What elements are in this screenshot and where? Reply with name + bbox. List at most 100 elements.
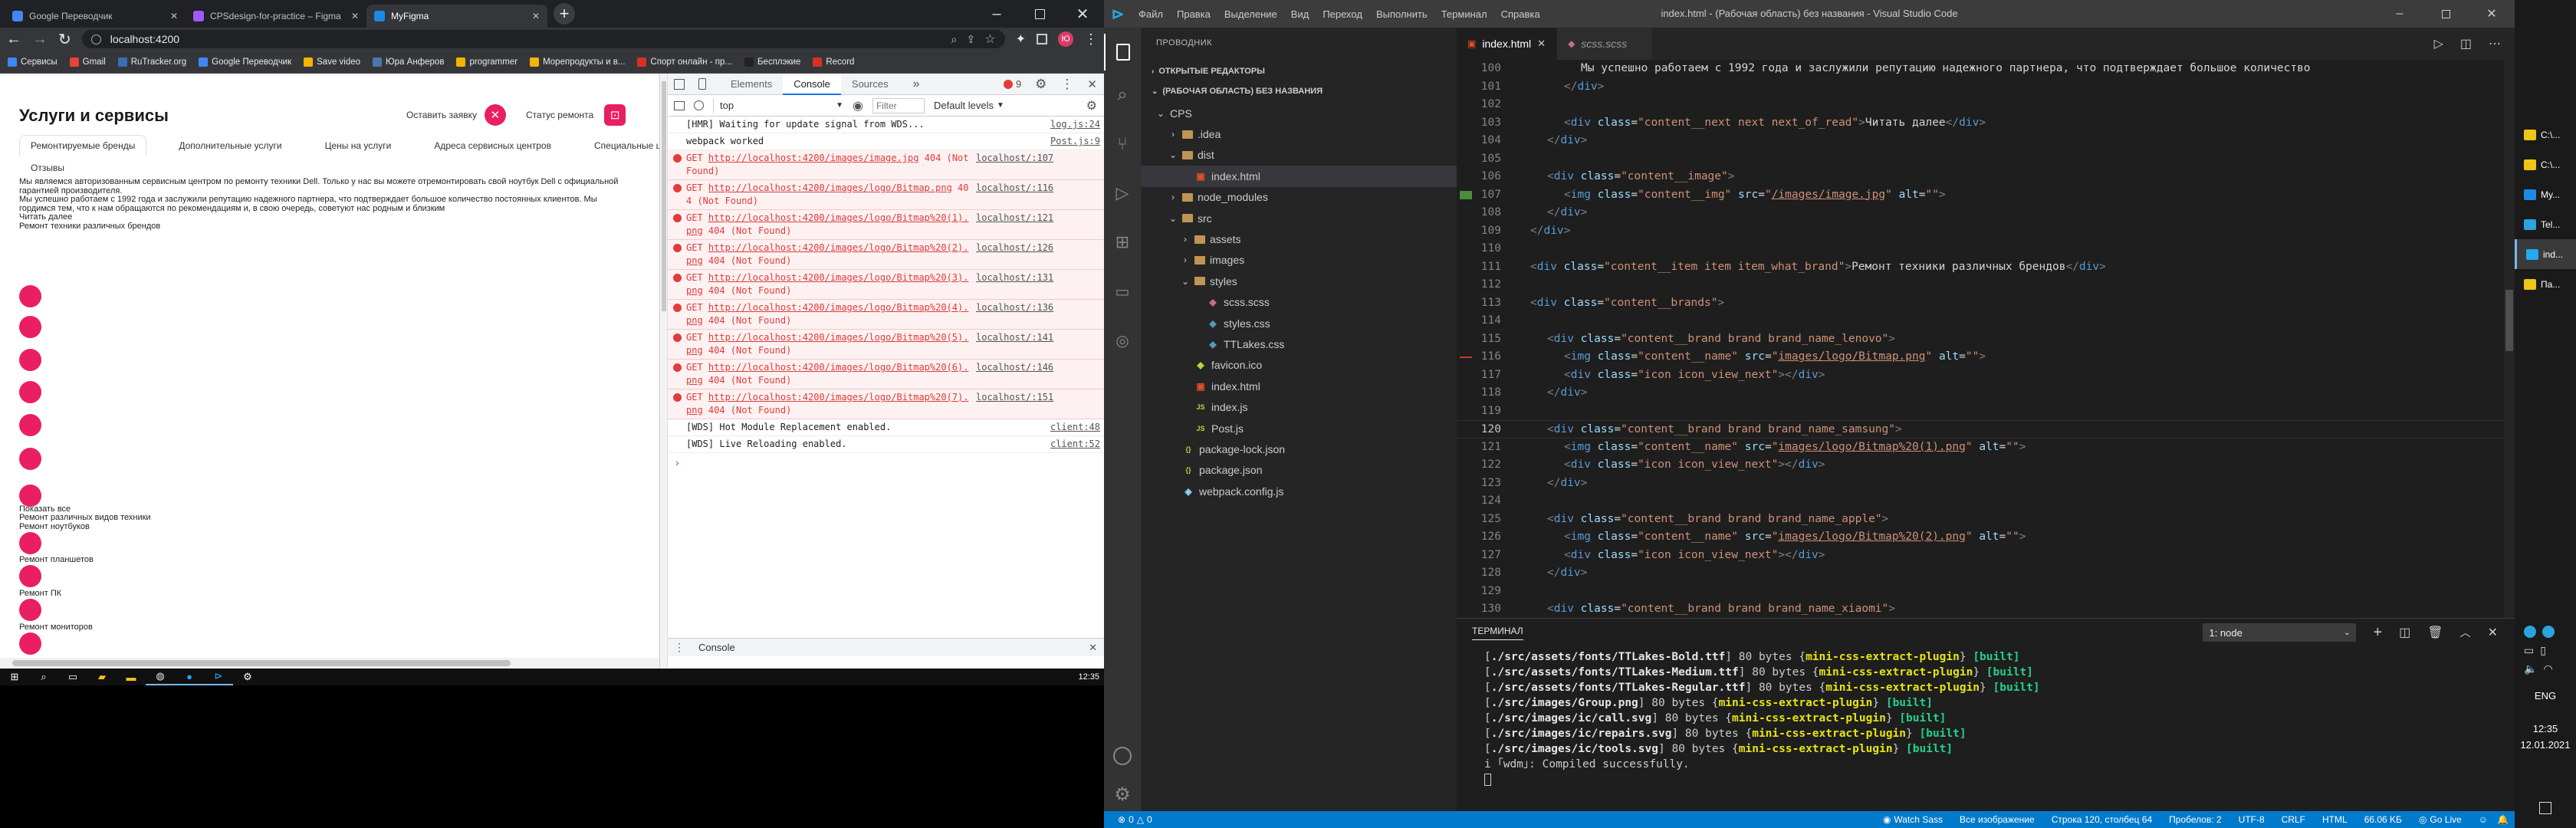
close-devtools-icon[interactable]: ✕ [1087, 77, 1097, 91]
search-icon[interactable]: ⌕ [1104, 77, 1141, 113]
more-tabs-icon[interactable]: » [913, 77, 920, 91]
go-live-status[interactable]: ◎ Go Live [2419, 814, 2462, 825]
source-link[interactable]: localhost/:107 [976, 152, 1053, 178]
tab-close-icon[interactable]: ✕ [1537, 38, 1546, 50]
extension-box-icon[interactable] [1037, 34, 1047, 44]
taskbar-window-item[interactable]: C:\... [2515, 150, 2576, 179]
new-terminal-icon[interactable]: + [2373, 624, 2382, 642]
tree-file[interactable]: ▣ index.html [1141, 166, 1457, 187]
error-counter[interactable]: 9 [1003, 78, 1021, 90]
console-settings-gear-icon[interactable]: ⚙ [1086, 98, 1097, 113]
problems-status[interactable]: ⊗ 0 △ 0 [1118, 814, 1152, 825]
extensions-icon[interactable]: ⊞ [1104, 224, 1141, 261]
source-link[interactable]: localhost/:141 [976, 331, 1053, 357]
vscode-icon[interactable]: ⊳ [204, 669, 233, 685]
cursor-position-status[interactable]: Строка 120, столбец 64 [2052, 814, 2152, 825]
service-tab[interactable]: Ремонтируемые бренды [19, 135, 147, 156]
tab-close-icon[interactable]: ✕ [170, 11, 178, 21]
brand-next-icon[interactable] [19, 485, 41, 507]
tree-file[interactable]: ◆ styles.css [1141, 313, 1457, 334]
bookmark-item[interactable]: Gmail [69, 57, 106, 67]
explorer-files-icon[interactable] [1104, 34, 1141, 71]
tree-file[interactable]: ◆ favicon.ico [1141, 355, 1457, 376]
watch-sass-status[interactable]: ◉ Watch Sass [1883, 814, 1943, 825]
tab-close-icon[interactable]: ✕ [351, 11, 359, 21]
system-clock[interactable]: 12:35 [2515, 723, 2576, 734]
devtools-tab[interactable]: Sources [841, 74, 899, 95]
service-tab[interactable]: Дополнительные услуги [168, 136, 292, 156]
tab-reviews[interactable]: Отзывы [31, 163, 64, 173]
run-debug-icon[interactable]: ▷ [1104, 175, 1141, 212]
leave-request-link[interactable]: Оставить заявку ✕ [406, 104, 506, 126]
bookmark-item[interactable]: Сервисы [8, 57, 58, 67]
battery-icon[interactable]: ▯ [2540, 644, 2546, 657]
drawer-menu-icon[interactable]: ⋮ [674, 641, 685, 654]
address-bar[interactable]: localhost:4200 ⌕ ⇪ ☆ [81, 30, 1005, 48]
devtools-tab[interactable]: Elements [720, 74, 783, 95]
minimize-button[interactable]: – [975, 0, 1018, 28]
repair-status-link[interactable]: Статус ремонта ⊡ [526, 104, 626, 126]
back-button[interactable]: ← [6, 31, 21, 48]
menu-item[interactable]: Выделение [1217, 8, 1284, 20]
menu-item[interactable]: Выполнить [1369, 8, 1434, 20]
source-link[interactable]: localhost/:131 [976, 271, 1053, 297]
tree-folder[interactable]: ⌄ src [1141, 208, 1457, 228]
menu-item[interactable]: Правка [1170, 8, 1217, 20]
settings-icon[interactable]: ⚙ [233, 669, 262, 685]
start-icon[interactable]: ⊞ [0, 669, 29, 685]
service-tab[interactable]: Адреса сервисных центров [423, 136, 562, 156]
menu-item[interactable]: Файл [1132, 8, 1170, 20]
menu-dots-icon[interactable]: ⋮ [1084, 31, 1098, 48]
tree-folder[interactable]: › assets [1141, 228, 1457, 249]
taskbar-window-item[interactable]: Па... [2515, 269, 2576, 299]
workspace-section[interactable]: ⌄ (РАБОЧАЯ ОБЛАСТЬ) БЕЗ НАЗВАНИЯ [1141, 83, 1457, 100]
tree-folder[interactable]: ⌄ CPS [1141, 103, 1457, 123]
brand-next-icon[interactable] [19, 414, 41, 436]
kill-terminal-icon[interactable]: 🗑 [2427, 625, 2443, 640]
tree-folder[interactable]: ⌄ dist [1141, 145, 1457, 166]
file-explorer-icon[interactable]: ▬ [117, 669, 146, 685]
feedback-icon[interactable]: ☺ [2479, 814, 2488, 825]
inspect-element-icon[interactable] [674, 78, 685, 90]
bookmark-item[interactable]: Save video [304, 57, 360, 67]
devtools-tab[interactable]: Console [783, 73, 841, 95]
split-terminal-icon[interactable]: ◫ [2399, 625, 2410, 640]
read-more-link[interactable]: Читать далее [19, 212, 625, 222]
live-expression-eye-icon[interactable]: ◉ [853, 98, 863, 113]
chrome-tab[interactable]: MyFigma ✕ [366, 5, 547, 28]
vs-restore-button[interactable] [2423, 0, 2469, 28]
task-view-icon[interactable]: ▭ [58, 669, 87, 685]
close-circle-icon[interactable]: ✕ [484, 104, 506, 126]
code-editor[interactable]: 100 Мы успешно работаем с 1992 года и зас… [1457, 60, 2515, 618]
eol-status[interactable]: CRLF [2282, 814, 2305, 825]
source-link[interactable]: client:52 [1050, 438, 1100, 451]
source-link[interactable]: localhost/:126 [976, 242, 1053, 268]
brand-next-icon[interactable] [19, 316, 41, 338]
device-toolbar-icon[interactable] [698, 78, 706, 90]
terminal-output[interactable]: [./src/assets/fonts/TTLakes-Bold.ttf] 80… [1484, 649, 2496, 786]
status-icon[interactable]: ⊡ [604, 104, 626, 126]
settings-gear-icon[interactable]: ⚙ [1035, 77, 1046, 92]
tree-file[interactable]: ◈ webpack.config.js [1141, 481, 1457, 501]
speaker-icon[interactable]: 🔈 [2524, 662, 2537, 675]
telegram-icon[interactable]: ● [175, 669, 204, 685]
editor-tab[interactable]: ◆scss.scss✕ [1557, 28, 1654, 60]
bookmark-item[interactable]: Google Переводчик [199, 57, 291, 67]
terminal-tab[interactable]: ТЕРМИНАЛ [1472, 626, 1523, 640]
source-link[interactable]: localhost/:151 [976, 391, 1053, 417]
brand-next-icon[interactable] [19, 285, 41, 307]
bookmark-item[interactable]: Морепродукты и в... [530, 57, 625, 67]
request-url-link[interactable]: http://localhost:4200/images/logo/Bitmap… [708, 182, 952, 193]
bookmark-star-icon[interactable]: ☆ [984, 31, 995, 47]
pinned-app-icon[interactable]: ▰ [87, 669, 117, 685]
repair-type-icon[interactable] [19, 632, 41, 655]
repair-type-icon[interactable] [19, 565, 41, 587]
maximize-button[interactable] [1018, 0, 1061, 28]
brand-next-icon[interactable] [19, 381, 41, 403]
taskbar-window-item[interactable]: C:\... [2515, 120, 2576, 150]
editor-more-icon[interactable]: ⋯ [2489, 36, 2501, 51]
search-lens-icon[interactable]: ⌕ [951, 33, 958, 46]
taskbar-window-item[interactable]: ind... [2515, 239, 2576, 269]
console-prompt[interactable]: › [668, 453, 1105, 472]
search-icon[interactable]: ⌕ [29, 669, 58, 685]
